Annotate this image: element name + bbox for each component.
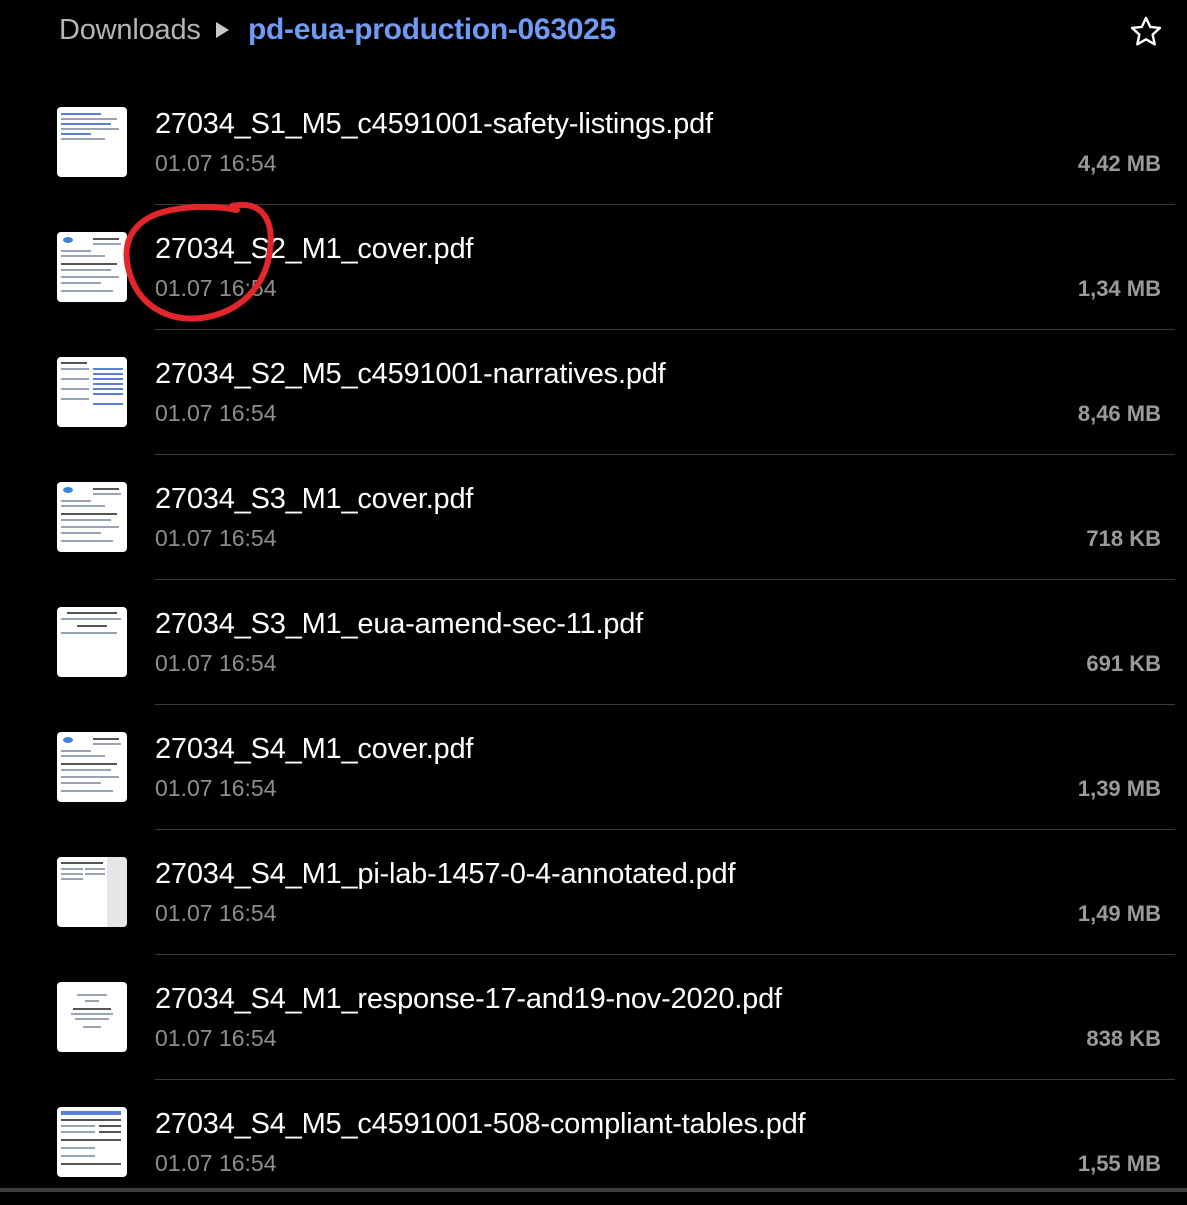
file-date: 01.07 16:54 [155,650,277,676]
file-row[interactable]: 27034_S1_M5_c4591001-safety-listings.pdf… [0,80,1187,205]
pdf-thumbnail [57,1107,127,1177]
pdf-thumbnail [57,107,127,177]
file-row[interactable]: 27034_S3_M1_eua-amend-sec-11.pdf 01.07 1… [0,580,1187,705]
file-size: 1,34 MB [1077,276,1161,301]
pdf-thumbnail [57,357,127,427]
pdf-thumbnail [57,607,127,677]
file-name: 27034_S4_M1_response-17-and19-nov-2020.p… [155,983,782,1015]
file-size: 691 KB [1086,651,1161,676]
bottom-edge [0,1188,1187,1192]
file-row[interactable]: 27034_S2_M1_cover.pdf 01.07 16:54 1,34 M… [0,205,1187,330]
file-name: 27034_S4_M5_c4591001-508-compliant-table… [155,1108,806,1140]
breadcrumb-chevron-icon [216,22,229,38]
file-date: 01.07 16:54 [155,275,277,301]
breadcrumb-downloads[interactable]: Downloads [59,14,201,47]
file-size: 8,46 MB [1077,401,1161,426]
file-date: 01.07 16:54 [155,1025,277,1051]
file-name: 27034_S4_M1_pi-lab-1457-0-4-annotated.pd… [155,858,736,890]
file-date: 01.07 16:54 [155,900,277,926]
file-list: 27034_S1_M5_c4591001-safety-listings.pdf… [0,80,1187,1205]
breadcrumb-current-folder[interactable]: pd-eua-production-063025 [248,13,616,47]
file-name: 27034_S2_M5_c4591001-narratives.pdf [155,358,666,390]
file-row[interactable]: 27034_S4_M5_c4591001-508-compliant-table… [0,1080,1187,1205]
pdf-thumbnail [57,482,127,552]
file-row[interactable]: 27034_S3_M1_cover.pdf 01.07 16:54 718 KB [0,455,1187,580]
file-size: 1,49 MB [1077,901,1161,926]
file-row[interactable]: 27034_S4_M1_cover.pdf 01.07 16:54 1,39 M… [0,705,1187,830]
file-name: 27034_S1_M5_c4591001-safety-listings.pdf [155,108,713,140]
pdf-thumbnail [57,857,127,927]
file-date: 01.07 16:54 [155,150,277,176]
file-size: 718 KB [1086,526,1161,551]
pdf-thumbnail [57,732,127,802]
file-size: 1,55 MB [1077,1151,1161,1176]
file-name: 27034_S3_M1_eua-amend-sec-11.pdf [155,608,644,640]
file-name: 27034_S2_M1_cover.pdf [155,233,474,265]
file-row[interactable]: 27034_S2_M5_c4591001-narratives.pdf 01.0… [0,330,1187,455]
file-date: 01.07 16:54 [155,1150,277,1176]
file-date: 01.07 16:54 [155,400,277,426]
pdf-thumbnail [57,982,127,1052]
file-row[interactable]: 27034_S4_M1_pi-lab-1457-0-4-annotated.pd… [0,830,1187,955]
file-date: 01.07 16:54 [155,775,277,801]
file-size: 1,39 MB [1077,776,1161,801]
star-outline-icon[interactable] [1127,14,1165,50]
pdf-thumbnail [57,232,127,302]
file-date: 01.07 16:54 [155,525,277,551]
breadcrumb-bar: Downloads pd-eua-production-063025 [0,0,1187,70]
file-name: 27034_S4_M1_cover.pdf [155,733,474,765]
file-row[interactable]: 27034_S4_M1_response-17-and19-nov-2020.p… [0,955,1187,1080]
file-name: 27034_S3_M1_cover.pdf [155,483,474,515]
file-size: 838 KB [1086,1026,1161,1051]
file-size: 4,42 MB [1077,151,1161,176]
